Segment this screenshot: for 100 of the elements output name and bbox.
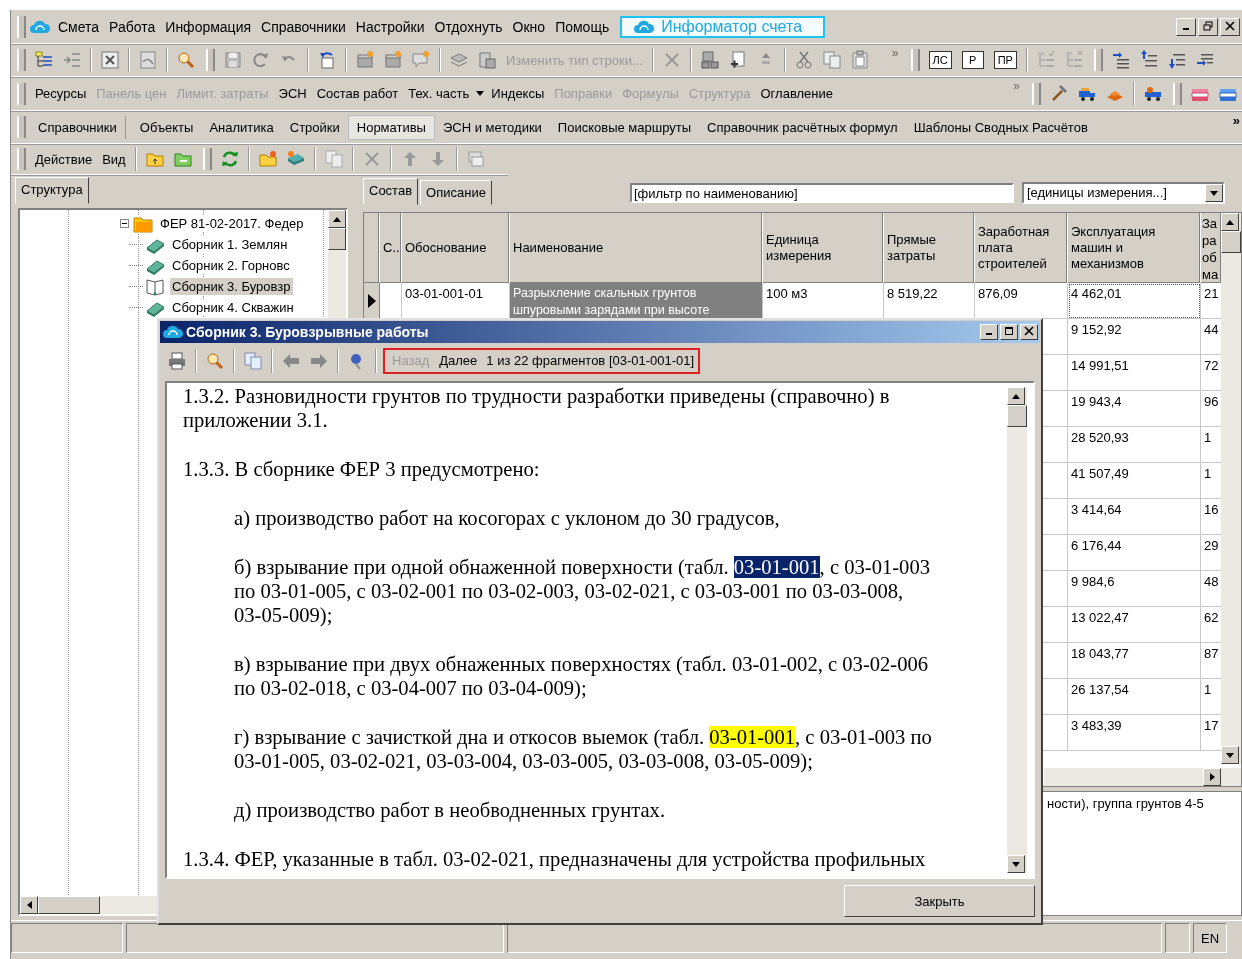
minimize-button[interactable] [980, 324, 998, 340]
nav-tab[interactable]: Аналитика [201, 115, 282, 139]
tree-item[interactable]: Сборник 3. Буровзр [170, 278, 293, 295]
menu-item[interactable]: Отдохнуть [429, 18, 508, 35]
menu-item[interactable]: Информация [160, 18, 257, 35]
scroll-right-button[interactable] [1203, 768, 1221, 786]
scroll-thumb[interactable] [38, 896, 100, 914]
column-header[interactable]: Обоснование [402, 213, 510, 283]
scroll-thumb[interactable] [328, 228, 346, 250]
scroll-thumb[interactable] [1007, 405, 1027, 427]
scissors-icon[interactable] [793, 50, 814, 70]
nav-tab[interactable]: ЭСН и методики [434, 115, 550, 139]
column-header[interactable]: Наименование [510, 213, 763, 283]
row-selector[interactable] [364, 283, 380, 319]
nav-tab[interactable]: Справочник расчётных формул [699, 115, 906, 139]
scroll-up-button[interactable] [1221, 213, 1239, 231]
column-header[interactable]: Прямые затраты [884, 213, 975, 283]
language-indicator[interactable]: EN [1193, 923, 1227, 953]
toolbar-button[interactable]: ЭСН [273, 86, 312, 101]
tree-item[interactable]: Сборник 4. Скважин [170, 299, 296, 316]
scroll-left-button[interactable] [20, 896, 38, 914]
menu-item[interactable]: Справочники [256, 18, 351, 35]
tree-item[interactable]: Сборник 2. Горновс [170, 257, 292, 274]
toolbar-button[interactable]: Оглавление [755, 86, 838, 101]
search-icon[interactable] [205, 350, 225, 371]
save-icon[interactable] [223, 50, 243, 70]
restore-button[interactable] [1198, 17, 1218, 36]
close-button[interactable] [1220, 17, 1240, 36]
nav-tab[interactable]: Справочники [30, 115, 126, 139]
nav-tab[interactable]: Объекты [131, 115, 202, 139]
nav-tab[interactable]: Шаблоны Сводных Расчётов [905, 115, 1096, 139]
calculator-icon[interactable] [699, 50, 720, 70]
report-button[interactable]: ЛС [928, 51, 952, 69]
menu-item[interactable]: Настройки [350, 18, 430, 35]
toolbar-menu[interactable]: Действие [30, 151, 98, 167]
toolbar-grip[interactable] [1173, 82, 1182, 105]
move-up-icon[interactable] [1138, 50, 1159, 70]
toolbar-grip[interactable] [17, 148, 26, 170]
toolbar-menu[interactable]: Вид [97, 151, 131, 167]
search-icon[interactable] [176, 50, 196, 70]
copy-icon[interactable] [821, 50, 842, 70]
toolbar-grip[interactable] [17, 15, 26, 38]
toolbar-grip[interactable] [910, 49, 920, 71]
tree-check-icon[interactable] [1035, 50, 1056, 70]
comment-icon[interactable] [411, 50, 431, 70]
tree-indent-icon[interactable] [62, 50, 82, 70]
scroll-up-button[interactable] [328, 210, 346, 228]
toolbar-button[interactable]: Ресурсы [30, 86, 92, 101]
clipboard-icon[interactable] [849, 50, 870, 70]
menu-item[interactable]: Окно [507, 18, 551, 35]
scroll-up-button[interactable] [1007, 387, 1025, 405]
refresh-icon[interactable] [219, 149, 240, 169]
overflow-button[interactable]: » [891, 46, 899, 60]
toolbar-grip[interactable] [17, 49, 26, 71]
nav-tab[interactable]: Поисковые маршруты [549, 115, 700, 139]
column-header[interactable]: С.. [380, 213, 402, 283]
table-icon[interactable] [477, 50, 497, 70]
cabinet-icon[interactable] [383, 50, 403, 70]
panel-tab[interactable]: Состав [363, 178, 419, 205]
dropdown-arrow-icon[interactable] [476, 91, 485, 96]
refresh-icon[interactable] [251, 50, 271, 70]
report-button[interactable]: Р [961, 51, 984, 69]
report-button[interactable]: ПР [993, 51, 1017, 69]
toolbar-button[interactable]: Состав работ [311, 86, 404, 101]
copy-icon[interactable] [243, 350, 263, 371]
close-dialog-button[interactable]: Закрыть [844, 885, 1035, 917]
document-icon[interactable] [465, 149, 486, 169]
document-undo-icon[interactable] [317, 50, 337, 70]
panel-tab[interactable]: Структура [15, 177, 89, 204]
column-header[interactable]: Заработная плата строителей [975, 213, 1068, 283]
more-tabs-button[interactable]: » [1232, 113, 1240, 128]
collapse-icon[interactable] [120, 219, 129, 228]
toolbar-grip[interactable] [202, 148, 212, 170]
printer-icon[interactable] [167, 350, 187, 371]
unit-filter-dropdown[interactable]: [единицы измерения...] [1021, 182, 1225, 204]
toolbar-grip[interactable] [1093, 49, 1103, 71]
indent-icon[interactable] [1110, 50, 1131, 70]
next-button[interactable]: Далее [434, 353, 483, 368]
column-header[interactable]: За ра об ма [1201, 213, 1221, 283]
new-folder-icon[interactable] [257, 149, 278, 169]
maximize-button[interactable] [1000, 324, 1018, 340]
minimize-button[interactable] [1176, 17, 1196, 36]
toolbar-button[interactable]: Тех. часть [403, 86, 475, 101]
toolbar-grip[interactable] [206, 49, 215, 71]
column-header[interactable]: Единица измерения [763, 213, 884, 283]
tree-list-icon[interactable] [34, 50, 54, 70]
spreadsheet-icon[interactable] [100, 50, 120, 70]
overflow-button[interactable]: » [1013, 79, 1020, 93]
toolbar-grip[interactable] [17, 82, 26, 105]
scroll-down-button[interactable] [1007, 855, 1025, 873]
nav-tab[interactable]: Нормативы [347, 114, 435, 140]
pdf-icon[interactable] [138, 50, 158, 70]
column-header[interactable]: Эксплуатация машин и механизмов [1068, 213, 1201, 283]
tree-item[interactable]: Сборник 1. Землян [170, 236, 290, 253]
panel-tab[interactable]: Описание [420, 180, 492, 205]
toolbar-grip[interactable] [17, 116, 26, 138]
toolbar-grip[interactable] [1032, 82, 1041, 105]
menu-item[interactable]: Помощь [550, 18, 615, 35]
name-filter-field[interactable]: [фильтр по наименованию] [629, 183, 1014, 203]
scroll-down-button[interactable] [1221, 746, 1239, 764]
